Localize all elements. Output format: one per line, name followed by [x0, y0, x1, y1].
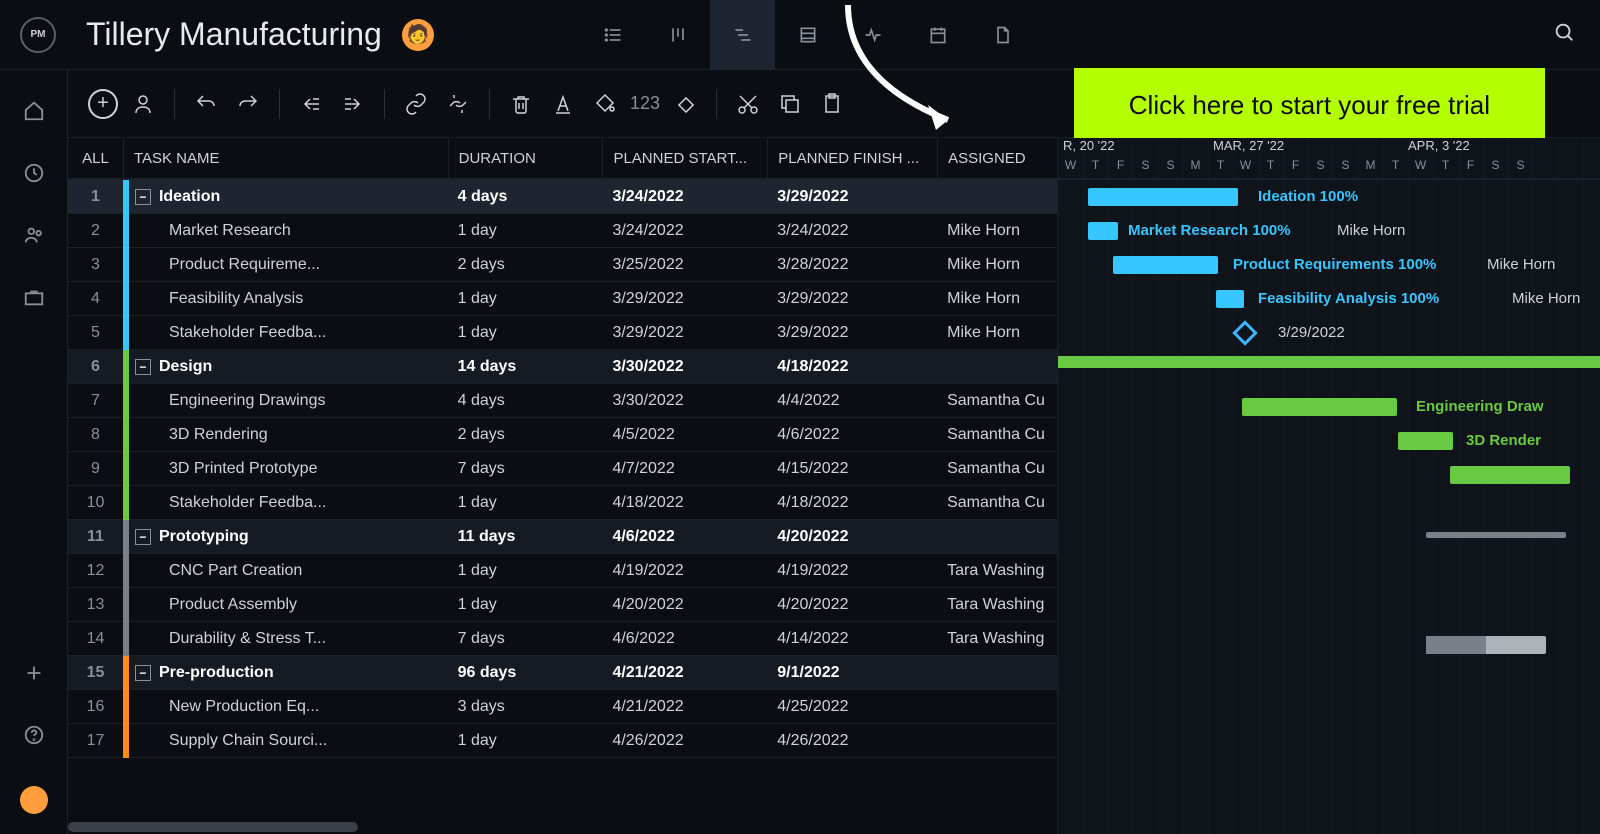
gantt-month-header: R, 20 '22 MAR, 27 '22 APR, 3 '22 — [1058, 138, 1600, 158]
undo-icon[interactable] — [189, 87, 223, 121]
col-duration[interactable]: DURATION — [448, 138, 603, 178]
cut-icon[interactable] — [731, 87, 765, 121]
outdent-icon[interactable] — [294, 87, 328, 121]
view-calendar-icon[interactable] — [905, 0, 970, 70]
table-row[interactable]: 1−Ideation4 days3/24/20223/29/2022 — [68, 180, 1057, 214]
free-trial-cta[interactable]: Click here to start your free trial — [1074, 68, 1545, 143]
gantt-day-header: WTFSSMTWTFSSMTWTFSS — [1058, 158, 1600, 180]
text-color-icon[interactable] — [546, 87, 580, 121]
project-avatar[interactable]: 🧑 — [402, 19, 434, 51]
fill-color-icon[interactable] — [588, 87, 622, 121]
redo-icon[interactable] — [231, 87, 265, 121]
table-row[interactable]: 15−Pre-production96 days4/21/20229/1/202… — [68, 656, 1057, 690]
table-row[interactable]: 83D Rendering2 days4/5/20224/6/2022Saman… — [68, 418, 1057, 452]
milestone-icon[interactable] — [668, 87, 702, 121]
table-row[interactable]: 13Product Assembly1 day4/20/20224/20/202… — [68, 588, 1057, 622]
user-avatar[interactable] — [20, 786, 48, 814]
nav-help-icon[interactable] — [23, 724, 45, 751]
toolbar: + 123 Click here to start your free tria… — [68, 70, 1600, 138]
view-gantt-icon[interactable] — [710, 0, 775, 70]
col-planned-finish[interactable]: PLANNED FINISH ... — [767, 138, 937, 178]
app-logo[interactable]: PM — [20, 17, 56, 53]
unlink-icon[interactable] — [441, 87, 475, 121]
col-planned-start[interactable]: PLANNED START... — [602, 138, 767, 178]
percent-label[interactable]: 123 — [630, 93, 660, 114]
topbar: PM Tillery Manufacturing 🧑 — [0, 0, 1600, 70]
table-row[interactable]: 14Durability & Stress T...7 days4/6/2022… — [68, 622, 1057, 656]
view-list-icon[interactable] — [580, 0, 645, 70]
table-row[interactable]: 11−Prototyping11 days4/6/20224/20/2022 — [68, 520, 1057, 554]
project-title: Tillery Manufacturing — [86, 16, 382, 53]
nav-home-icon[interactable] — [23, 100, 45, 127]
paste-icon[interactable] — [815, 87, 849, 121]
table-row[interactable]: 5Stakeholder Feedba...1 day3/29/20223/29… — [68, 316, 1057, 350]
table-row[interactable]: 2Market Research1 day3/24/20223/24/2022M… — [68, 214, 1057, 248]
table-row[interactable]: 12CNC Part Creation1 day4/19/20224/19/20… — [68, 554, 1057, 588]
col-all[interactable]: ALL — [68, 138, 123, 178]
delete-icon[interactable] — [504, 87, 538, 121]
task-table: ALL TASK NAME DURATION PLANNED START... … — [68, 138, 1058, 834]
nav-add-icon[interactable] — [23, 662, 45, 689]
table-row[interactable]: 7Engineering Drawings4 days3/30/20224/4/… — [68, 384, 1057, 418]
indent-icon[interactable] — [336, 87, 370, 121]
view-file-icon[interactable] — [970, 0, 1035, 70]
table-row[interactable]: 10Stakeholder Feedba...1 day4/18/20224/1… — [68, 486, 1057, 520]
col-assigned[interactable]: ASSIGNED — [937, 138, 1057, 178]
table-row[interactable]: 6−Design14 days3/30/20224/18/2022 — [68, 350, 1057, 384]
table-row[interactable]: 3Product Requireme...2 days3/25/20223/28… — [68, 248, 1057, 282]
view-board-icon[interactable] — [645, 0, 710, 70]
copy-icon[interactable] — [773, 87, 807, 121]
nav-portfolio-icon[interactable] — [23, 286, 45, 313]
search-icon[interactable] — [1553, 21, 1575, 48]
add-task-button[interactable]: + — [88, 89, 118, 119]
table-row[interactable]: 16New Production Eq...3 days4/21/20224/2… — [68, 690, 1057, 724]
nav-recent-icon[interactable] — [23, 162, 45, 189]
view-sheet-icon[interactable] — [775, 0, 840, 70]
table-row[interactable]: 4Feasibility Analysis1 day3/29/20223/29/… — [68, 282, 1057, 316]
view-activity-icon[interactable] — [840, 0, 905, 70]
table-row[interactable]: 17Supply Chain Sourci...1 day4/26/20224/… — [68, 724, 1057, 758]
nav-team-icon[interactable] — [23, 224, 45, 251]
link-icon[interactable] — [399, 87, 433, 121]
col-task-name[interactable]: TASK NAME — [123, 138, 448, 178]
assign-icon[interactable] — [126, 87, 160, 121]
table-header: ALL TASK NAME DURATION PLANNED START... … — [68, 138, 1057, 180]
table-row[interactable]: 93D Printed Prototype7 days4/7/20224/15/… — [68, 452, 1057, 486]
gantt-chart[interactable]: R, 20 '22 MAR, 27 '22 APR, 3 '22 WTFSSMT… — [1058, 138, 1600, 834]
sidebar — [0, 70, 68, 834]
view-tabs — [580, 0, 1035, 70]
horizontal-scrollbar[interactable] — [68, 820, 988, 834]
